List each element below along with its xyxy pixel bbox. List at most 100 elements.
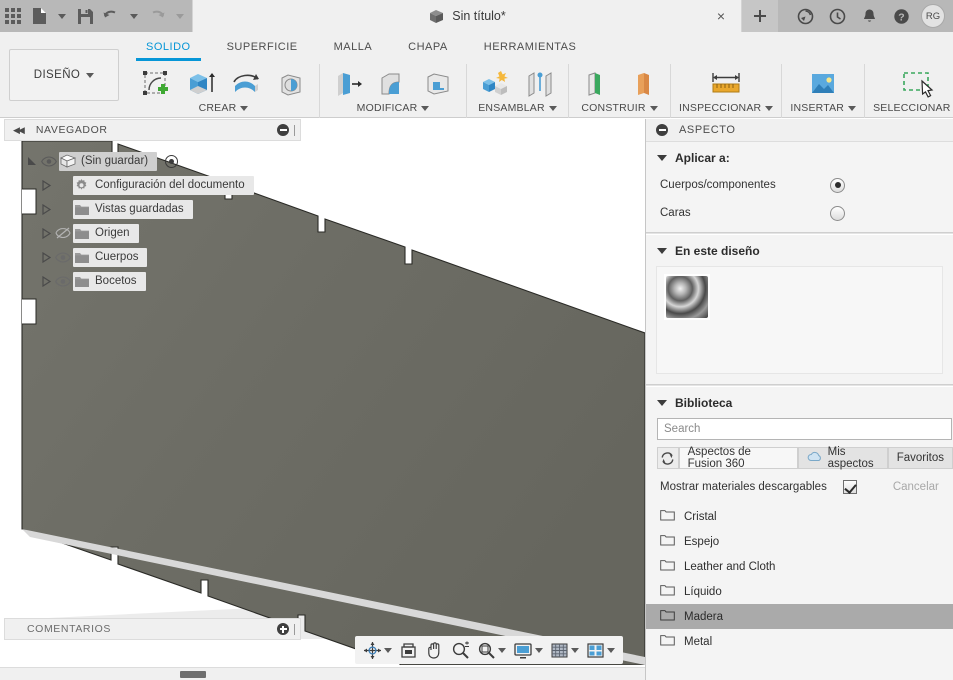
tree-item-doc-settings[interactable]: Configuración del documento <box>73 175 254 195</box>
pan-icon[interactable] <box>422 638 447 662</box>
panel-label-seleccionar[interactable]: SELECCIONAR <box>873 102 953 114</box>
tree-row-root[interactable]: (Sin guardar) <box>4 149 301 173</box>
panel-label-modificar[interactable]: MODIFICAR <box>357 102 430 114</box>
zoom-icon[interactable] <box>448 638 473 662</box>
root-node[interactable]: (Sin guardar) <box>59 151 158 171</box>
comments-bar[interactable]: COMENTARIOS <box>4 618 301 640</box>
section-biblioteca[interactable]: Biblioteca <box>646 387 953 416</box>
fillet-icon[interactable] <box>373 66 413 102</box>
notifications-icon[interactable] <box>857 4 881 28</box>
document-tab[interactable]: Sin título* × <box>192 0 742 32</box>
canvas-horizontal-scrollbar[interactable] <box>0 667 645 680</box>
extrude-icon[interactable] <box>181 66 221 102</box>
save-icon[interactable] <box>72 0 98 32</box>
expand-arrow-icon[interactable] <box>40 227 53 240</box>
tree-item-bocetos[interactable]: Bocetos <box>73 271 146 291</box>
panel-label-insertar[interactable]: INSERTAR <box>790 102 857 114</box>
chevron-down-icon[interactable] <box>657 248 667 254</box>
folder-row-cristal[interactable]: Cristal <box>646 504 953 529</box>
joint-icon[interactable] <box>520 66 560 102</box>
tab-superficie[interactable]: SUPERFICIE <box>209 36 316 58</box>
tab-mis-aspectos[interactable]: Mis aspectos <box>797 446 888 470</box>
library-search-box[interactable] <box>657 418 952 440</box>
expand-arrow-icon[interactable] <box>26 155 39 168</box>
offset-plane-icon[interactable] <box>577 66 617 102</box>
cancel-link[interactable]: Cancelar <box>893 481 939 493</box>
undo-icon[interactable] <box>98 0 124 32</box>
folder-row-liquido[interactable]: Líquido <box>646 579 953 604</box>
avatar[interactable]: RG <box>921 4 945 28</box>
help-icon[interactable]: ? <box>889 4 913 28</box>
collapse-all-icon[interactable] <box>277 124 289 136</box>
close-icon[interactable]: × <box>713 8 729 24</box>
visibility-eye-icon[interactable] <box>53 273 73 289</box>
tree-row-cuerpos[interactable]: Cuerpos <box>4 245 301 269</box>
navigator-header[interactable]: ◀◀ NAVEGADOR <box>4 119 301 141</box>
new-document-icon[interactable] <box>26 0 52 32</box>
select-window-icon[interactable] <box>898 66 938 102</box>
visibility-eye-icon[interactable] <box>53 249 73 265</box>
option-caras[interactable]: Caras <box>646 199 953 227</box>
app-grid-icon[interactable] <box>0 0 26 32</box>
collapse-left-icon[interactable]: ◀◀ <box>13 125 25 136</box>
tab-herramientas[interactable]: HERRAMIENTAS <box>466 36 595 58</box>
folder-row-metal[interactable]: Metal <box>646 629 953 654</box>
show-downloadable-checkbox[interactable] <box>842 480 857 494</box>
tab-favoritos[interactable]: Favoritos <box>887 447 953 468</box>
zoom-window-icon[interactable] <box>474 638 509 662</box>
search-input[interactable] <box>664 423 951 435</box>
panel-label-construir[interactable]: CONSTRUIR <box>581 102 658 114</box>
visibility-eye-hidden-icon[interactable] <box>53 225 73 241</box>
refresh-icon[interactable] <box>657 447 679 468</box>
section-aplicar-a[interactable]: Aplicar a: <box>646 142 953 171</box>
revolve-icon[interactable] <box>226 66 266 102</box>
add-comment-icon[interactable] <box>277 623 289 635</box>
new-document-dropdown-icon[interactable] <box>52 0 72 32</box>
chrome-material-swatch[interactable] <box>664 274 710 320</box>
tree-row-bocetos[interactable]: Bocetos <box>4 269 301 293</box>
measure-icon[interactable] <box>706 66 746 102</box>
create-sketch-icon[interactable] <box>136 66 176 102</box>
chevron-down-icon[interactable] <box>657 155 667 161</box>
redo-dropdown-icon[interactable] <box>170 0 190 32</box>
panel-label-crear[interactable]: CREAR <box>199 102 249 114</box>
tree-row-origen[interactable]: Origen <box>4 221 301 245</box>
expand-arrow-icon[interactable] <box>40 203 53 216</box>
aspecto-header[interactable]: ASPECTO <box>646 119 953 142</box>
panel-label-ensamblar[interactable]: ENSAMBLAR <box>478 102 557 114</box>
workspace-selector[interactable]: DISEÑO <box>9 49 119 101</box>
expand-arrow-icon[interactable] <box>40 251 53 264</box>
folder-row-espejo[interactable]: Espejo <box>646 529 953 554</box>
tab-malla[interactable]: MALLA <box>316 36 391 58</box>
panel-resize-handle[interactable] <box>294 623 295 635</box>
undo-dropdown-icon[interactable] <box>124 0 144 32</box>
press-pull-icon[interactable] <box>328 66 368 102</box>
tree-item-origen[interactable]: Origen <box>73 223 139 243</box>
tab-solido[interactable]: SOLIDO <box>128 36 209 61</box>
panel-resize-handle[interactable] <box>294 124 295 136</box>
folder-row-leather-and-cloth[interactable]: Leather and Cloth <box>646 554 953 579</box>
tree-row-saved-views[interactable]: Vistas guardadas <box>4 197 301 221</box>
orbit-icon[interactable] <box>360 638 395 662</box>
panel-label-inspeccionar[interactable]: INSPECCIONAR <box>679 102 774 114</box>
tab-chapa[interactable]: CHAPA <box>390 36 466 58</box>
new-tab-button[interactable] <box>742 0 778 32</box>
folder-row-madera[interactable]: Madera <box>646 604 953 629</box>
option-cuerpos-componentes[interactable]: Cuerpos/componentes <box>646 171 953 199</box>
new-component-icon[interactable] <box>475 66 515 102</box>
tree-item-saved-views[interactable]: Vistas guardadas <box>73 199 193 219</box>
visibility-eye-icon[interactable] <box>39 153 59 169</box>
chevron-down-icon[interactable] <box>657 400 667 406</box>
recent-icon[interactable] <box>825 4 849 28</box>
expand-arrow-icon[interactable] <box>40 179 53 192</box>
viewports-icon[interactable] <box>583 638 618 662</box>
insert-image-icon[interactable] <box>803 66 843 102</box>
radio-caras[interactable] <box>830 205 845 221</box>
grid-snaps-icon[interactable] <box>547 638 582 662</box>
display-settings-icon[interactable] <box>510 638 546 662</box>
scrollbar-thumb[interactable] <box>180 671 206 678</box>
activate-component-radio[interactable] <box>165 154 179 168</box>
look-at-icon[interactable] <box>396 638 421 662</box>
tree-item-cuerpos[interactable]: Cuerpos <box>73 247 148 267</box>
axis-plane-icon[interactable] <box>622 66 662 102</box>
